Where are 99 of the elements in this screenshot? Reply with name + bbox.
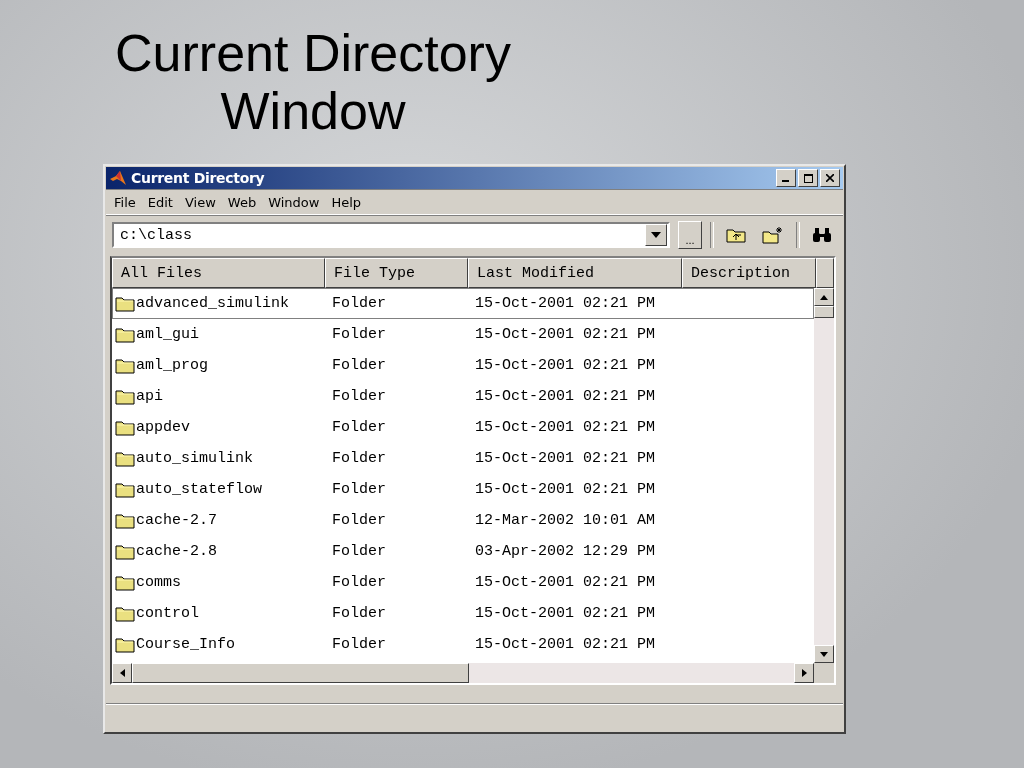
table-cell: Folder — [332, 481, 386, 498]
table-row[interactable]: auto_simulink Folder 15-Oct-2001 02:21 PM — [112, 443, 814, 474]
scrollbar-thumb[interactable] — [132, 663, 469, 683]
column-header[interactable]: Last Modified — [468, 258, 682, 288]
table-cell: control — [136, 605, 199, 622]
horizontal-scrollbar[interactable] — [112, 663, 814, 683]
scroll-up-button[interactable] — [814, 288, 834, 306]
table-row[interactable]: aml_prog Folder 15-Oct-2001 02:21 PM — [112, 350, 814, 381]
table-cell: Folder — [332, 574, 386, 591]
table-row[interactable]: Course_Info Folder 15-Oct-2001 02:21 PM — [112, 629, 814, 660]
folder-icon — [115, 574, 135, 591]
table-cell: 15-Oct-2001 02:21 PM — [475, 388, 656, 405]
maximize-button[interactable] — [798, 169, 818, 187]
table-cell: 15-Oct-2001 02:21 PM — [475, 605, 656, 622]
table-cell: Folder — [332, 419, 386, 436]
vertical-scrollbar[interactable] — [814, 288, 834, 663]
up-arrow-icon — [820, 294, 828, 300]
folder-icon — [115, 326, 135, 343]
browse-button[interactable]: ... — [678, 221, 702, 249]
folder-icon — [115, 543, 135, 560]
table-cell: Folder — [332, 636, 386, 653]
table-cell: Folder — [332, 512, 386, 529]
table-cell: Folder — [332, 543, 386, 560]
table-row[interactable]: advanced_simulink Folder 15-Oct-2001 02:21 PM — [112, 288, 814, 319]
right-arrow-icon — [801, 669, 807, 677]
down-arrow-icon — [820, 651, 828, 657]
menu-item[interactable]: File — [114, 195, 136, 210]
table-cell: 12-Mar-2002 10:01 AM — [475, 512, 656, 529]
scroll-down-button[interactable] — [814, 645, 834, 663]
table-cell: aml_prog — [136, 357, 208, 374]
new-folder-icon[interactable] — [762, 226, 784, 244]
table-cell: appdev — [136, 419, 190, 436]
column-header[interactable]: File Type — [325, 258, 468, 288]
minimize-button[interactable] — [776, 169, 796, 187]
folder-up-icon[interactable] — [726, 227, 746, 243]
table-cell: cache-2.8 — [136, 543, 217, 560]
table-cell: 15-Oct-2001 02:21 PM — [475, 574, 656, 591]
table-cell: 15-Oct-2001 02:21 PM — [475, 419, 656, 436]
column-header[interactable]: All Files — [112, 258, 325, 288]
table-row[interactable]: comms Folder 15-Oct-2001 02:21 PM — [112, 567, 814, 598]
folder-icon — [115, 512, 135, 529]
table-cell: aml_gui — [136, 326, 199, 343]
table-cell: Course_Info — [136, 636, 236, 653]
menu-item[interactable]: Window — [268, 195, 320, 210]
menu-item[interactable]: View — [184, 195, 216, 210]
close-icon — [826, 174, 834, 182]
table-cell: 15-Oct-2001 02:21 PM — [475, 326, 656, 343]
table-row[interactable]: appdev Folder 15-Oct-2001 02:21 PM — [112, 412, 814, 443]
table-cell: auto_simulink — [136, 450, 254, 467]
app-logo-icon — [109, 170, 127, 186]
table-cell: 03-Apr-2002 12:29 PM — [475, 543, 656, 560]
caret-icon — [651, 232, 661, 238]
table-cell: advanced_simulink — [136, 295, 290, 312]
table-cell: Folder — [332, 450, 386, 467]
table-cell: cache-2.7 — [136, 512, 217, 529]
folder-icon — [115, 419, 135, 436]
left-arrow-icon — [119, 669, 125, 677]
table-row[interactable]: api Folder 15-Oct-2001 02:21 PM — [112, 381, 814, 412]
folder-icon — [115, 636, 135, 653]
folder-icon — [115, 605, 135, 622]
menu-item[interactable]: Edit — [147, 195, 173, 210]
table-row[interactable]: cache-2.8 Folder 03-Apr-2002 12:29 PM — [112, 536, 814, 567]
table-row[interactable]: aml_gui Folder 15-Oct-2001 02:21 PM — [112, 319, 814, 350]
close-button[interactable] — [820, 169, 840, 187]
table-cell: 15-Oct-2001 02:21 PM — [475, 450, 656, 467]
table-cell: comms — [136, 574, 181, 591]
scroll-right-button[interactable] — [794, 663, 814, 683]
window-title: Current Directory — [131, 170, 265, 186]
table-cell: Folder — [332, 605, 386, 622]
scrollbar-thumb[interactable] — [814, 306, 834, 318]
folder-icon — [115, 481, 135, 498]
folder-icon — [115, 388, 135, 405]
table-cell: Folder — [332, 388, 386, 405]
folder-icon — [115, 295, 135, 312]
table-cell: Folder — [332, 326, 386, 343]
table-row[interactable]: cache-2.7 Folder 12-Mar-2002 10:01 AM — [112, 505, 814, 536]
scroll-left-button[interactable] — [112, 663, 132, 683]
table-cell: api — [136, 388, 163, 405]
menu-item[interactable]: Help — [331, 195, 362, 210]
table-cell: 15-Oct-2001 02:21 PM — [475, 295, 656, 312]
table-cell: 15-Oct-2001 02:21 PM — [475, 481, 656, 498]
path-field[interactable]: c:\class — [112, 222, 670, 248]
menu-item[interactable]: Web — [227, 195, 257, 210]
scrollbar-corner — [814, 663, 834, 683]
dropdown-button[interactable] — [645, 224, 667, 246]
maximize-icon — [803, 173, 813, 183]
table-row[interactable]: control Folder 15-Oct-2001 02:21 PM — [112, 598, 814, 629]
table-cell: 15-Oct-2001 02:21 PM — [475, 357, 656, 374]
table-cell: Folder — [332, 357, 386, 374]
column-header[interactable]: Description — [682, 258, 816, 288]
table-cell: Folder — [332, 295, 386, 312]
folder-icon — [115, 357, 135, 374]
table-cell: 15-Oct-2001 02:21 PM — [475, 636, 656, 653]
slide-title: Window — [220, 82, 406, 140]
folder-icon — [115, 450, 135, 467]
table-cell: auto_stateflow — [136, 481, 263, 498]
table-row[interactable]: auto_stateflow Folder 15-Oct-2001 02:21 PM — [112, 474, 814, 505]
binoculars-icon[interactable] — [812, 227, 832, 243]
slide-title: Current Directory — [115, 24, 511, 82]
